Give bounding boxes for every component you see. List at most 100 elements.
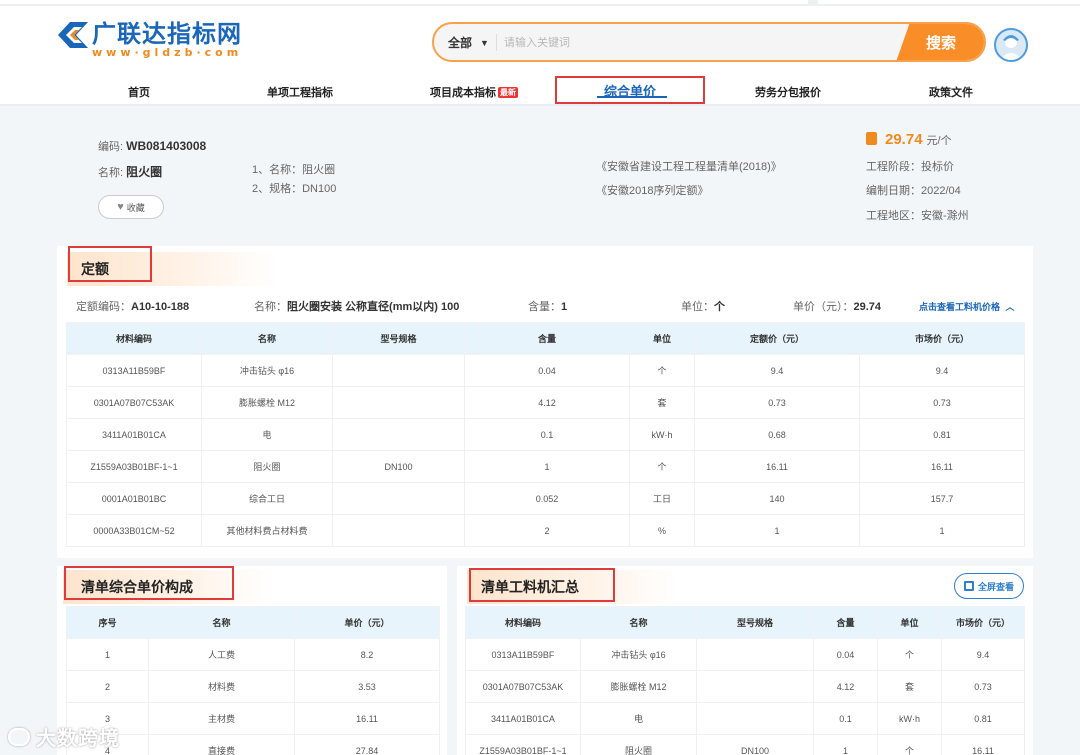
logo-icon (56, 20, 90, 50)
search-input[interactable] (504, 32, 884, 54)
column-header: 型号规格 (696, 606, 814, 639)
view-material-prices-label: 点击查看工料机价格 (919, 302, 1001, 312)
table-cell: 个 (877, 734, 942, 755)
nav-item-unit-price[interactable]: 综合单价 (555, 76, 705, 104)
table-cell: 阻火圈 (201, 450, 333, 483)
expand-icon (963, 581, 974, 591)
column-header: 单价（元） (294, 606, 440, 639)
table-cell: 0.04 (464, 354, 630, 387)
item-price: 29.74 元/个 (866, 131, 952, 148)
table-cell: 综合工日 (201, 482, 333, 515)
quota-name: 名称：阻火圈安装 公称直径(mm以内) 100 (254, 298, 459, 314)
quota-name-value: 阻火圈安装 公称直径(mm以内) 100 (287, 301, 460, 313)
column-header: 定额价（元） (694, 322, 860, 355)
table-cell: 16.11 (294, 702, 440, 735)
table-cell: 电 (580, 702, 697, 735)
quota-unit: 单位：个 (681, 298, 725, 314)
table-row: 4 直接费 27.84 (66, 734, 440, 755)
favorite-label: 收藏 (126, 202, 145, 213)
table-cell: 材料费 (148, 670, 295, 703)
column-header: 材料编码 (66, 322, 202, 355)
table-row: 0313A11B59BF 冲击钻头 φ16 0.04 个 9.4 9.4 (66, 354, 1025, 387)
table-cell: 个 (629, 450, 695, 483)
table-cell: 27.84 (294, 734, 440, 755)
column-header: 材料编码 (465, 606, 581, 639)
table-cell: 冲击钻头 φ16 (580, 638, 697, 671)
nav-item-project-cost[interactable]: 项目成本指标 最新 (430, 84, 518, 100)
table-row: 0000A33B01CM~52 其他材料费占材料费 2% 1 1 (66, 514, 1025, 547)
item-ref-2: 《安徽2018序列定额》 (596, 185, 709, 197)
table-cell: kW·h (877, 702, 942, 735)
table-cell: % (629, 514, 695, 547)
table-cell: 4.12 (813, 670, 878, 703)
column-header: 名称 (580, 606, 697, 639)
quota-material-table: 材料编码 名称 型号规格 含量 单位 定额价（元） 市场价（元） 0313A11B59BF 冲… (66, 322, 1025, 547)
table-row: 3411A01B01CA 电 0.1 kW·h 0.81 (465, 702, 1025, 735)
table-cell: 16.11 (859, 450, 1025, 483)
view-material-prices-link[interactable]: 点击查看工料机价格 ︿ (919, 300, 1015, 313)
table-cell: 0.81 (941, 702, 1025, 735)
fullscreen-label: 全屏查看 (977, 581, 1014, 592)
search-button[interactable]: 搜索 (896, 24, 984, 60)
nav-item-single-project[interactable]: 单项工程指标 (267, 84, 333, 100)
table-cell: 157.7 (859, 482, 1025, 515)
table-cell: 9.4 (941, 638, 1025, 671)
column-header: 市场价（元） (859, 322, 1025, 355)
table-row: 1 人工费 8.2 (66, 638, 440, 671)
site-logo[interactable]: 广联达指标网 www·gldzb·com (56, 20, 242, 59)
nav-item-project-cost-label: 项目成本指标 (430, 87, 496, 99)
table-cell (696, 670, 814, 703)
table-cell: 人工费 (148, 638, 295, 671)
table-cell: 0.81 (859, 418, 1025, 451)
column-header: 单位 (629, 322, 695, 355)
nav-item-policy[interactable]: 政策文件 (929, 84, 973, 100)
table-cell: 140 (694, 482, 860, 515)
table-cell: 9.4 (694, 354, 860, 387)
item-code-label: 编码: (98, 141, 124, 153)
price-tag-icon (866, 132, 877, 145)
table-cell: 0.052 (464, 482, 630, 515)
table-row: 3 主材费 16.11 (66, 702, 440, 735)
table-cell: 电 (201, 418, 333, 451)
item-price-unit: 元/个 (926, 135, 952, 147)
quota-name-label: 名称： (254, 301, 287, 313)
table-cell: 0313A11B59BF (465, 638, 581, 671)
table-cell: 1 (464, 450, 630, 483)
table-cell: DN100 (696, 734, 814, 755)
table-cell: 8.2 (294, 638, 440, 671)
item-code-value: WB081403008 (126, 139, 207, 153)
table-cell: 16.11 (694, 450, 860, 483)
table-cell (332, 482, 465, 515)
table-cell (332, 354, 465, 387)
search-scope-label: 全部 (448, 36, 473, 50)
table-cell: 主材费 (148, 702, 295, 735)
table-cell: 套 (877, 670, 942, 703)
table-cell: 2 (464, 514, 630, 547)
quota-price-value: 29.74 (853, 301, 882, 313)
watermark-logo-icon (8, 727, 30, 746)
caret-down-icon: ▼ (480, 37, 489, 48)
table-cell: 3411A01B01CA (465, 702, 581, 735)
nav-item-home[interactable]: 首页 (128, 84, 150, 100)
fullscreen-button[interactable]: 全屏查看 (954, 573, 1024, 599)
item-name: 名称: 阻火圈 (98, 163, 162, 180)
search-scope-select[interactable]: 全部 ▼ (448, 34, 489, 51)
user-avatar-icon[interactable] (994, 28, 1028, 62)
site-name: 广联达指标网 (92, 20, 242, 48)
column-header: 单位 (877, 606, 942, 639)
table-cell: 1 (694, 514, 860, 547)
table-cell: 0.1 (813, 702, 878, 735)
table-cell (696, 638, 814, 671)
table-cell: 膨胀螺栓 M12 (201, 386, 333, 419)
column-header: 序号 (66, 606, 149, 639)
nav-item-labor-subcontract[interactable]: 劳务分包报价 (755, 84, 821, 100)
table-cell: 个 (629, 354, 695, 387)
table-cell: 阻火圈 (580, 734, 697, 755)
favorite-button[interactable]: ♥ 收藏 (98, 195, 164, 219)
item-feature-2: 2、规格：DN100 (252, 183, 337, 195)
table-cell (332, 514, 465, 547)
column-header: 型号规格 (332, 322, 465, 355)
table-cell (696, 702, 814, 735)
table-cell: 0000A33B01CM~52 (66, 514, 202, 547)
quota-qty-value: 1 (561, 301, 568, 313)
